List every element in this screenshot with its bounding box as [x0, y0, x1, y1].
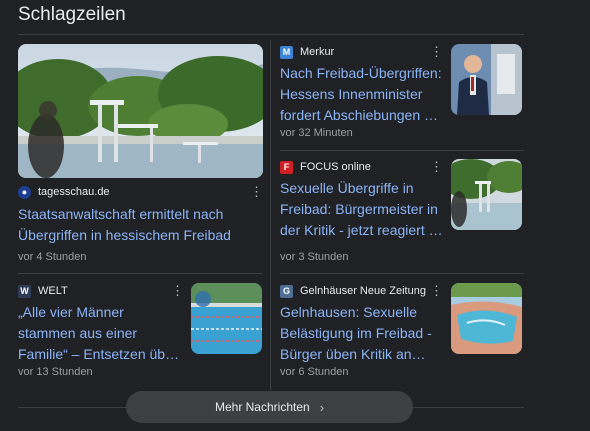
source-row: G Gelnhäuser Neue Zeitung: [280, 283, 426, 299]
divider: [280, 150, 524, 151]
divider: [18, 273, 262, 274]
pool-tower-photo: [451, 159, 522, 230]
timestamp: vor 13 Stunden: [18, 366, 93, 378]
headline-link[interactable]: „Alle vier Männer stammen aus einer Fami…: [18, 302, 183, 365]
chevron-right-icon: ›: [319, 399, 325, 415]
divider: [18, 34, 524, 35]
favicon-letter: W: [20, 286, 29, 296]
featured-news-card[interactable]: ● tagesschau.de ⋮ Staatsanwaltschaft erm…: [18, 44, 263, 269]
headline-link[interactable]: Sexuelle Übergriffe in Freibad: Bürgerme…: [280, 178, 445, 241]
favicon-letter: F: [283, 162, 290, 172]
source-name: tagesschau.de: [38, 186, 110, 198]
outdoor-pool-photo: [451, 283, 522, 354]
timestamp: vor 4 Stunden: [18, 251, 87, 263]
pool-lanes-photo: [191, 283, 262, 354]
focus-logo-icon: F: [280, 160, 293, 174]
tagesschau-logo-icon: ●: [18, 185, 31, 199]
source-name: WELT: [38, 285, 68, 297]
minister-photo: [451, 44, 522, 115]
divider: [280, 273, 524, 274]
more-vert-icon[interactable]: ⋮: [171, 283, 184, 299]
headline-link[interactable]: Gelnhausen: Sexuelle Belästigung im Frei…: [280, 302, 445, 365]
source-name: Gelnhäuser Neue Zeitung: [300, 285, 426, 297]
source-row: ● tagesschau.de: [18, 184, 110, 200]
more-vert-icon[interactable]: ⋮: [430, 283, 443, 299]
section-title: Schlagzeilen: [18, 4, 126, 25]
more-vert-icon[interactable]: ⋮: [430, 44, 443, 60]
source-name: FOCUS online: [300, 161, 371, 173]
source-row: W WELT: [18, 283, 68, 299]
timestamp: vor 32 Minuten: [280, 127, 353, 139]
headline-link[interactable]: Staatsanwaltschaft ermittelt nach Übergr…: [18, 204, 258, 246]
column-divider: [270, 40, 271, 390]
pool-tower-image: [18, 44, 263, 178]
news-card[interactable]: M Merkur ⋮ Nach Freibad-Übergriffen: Hes…: [280, 44, 524, 144]
divider: [18, 407, 126, 408]
gnz-logo-icon: G: [280, 284, 293, 298]
more-news-button[interactable]: Mehr Nachrichten ›: [126, 391, 413, 423]
divider: [413, 407, 524, 408]
thumbnail[interactable]: [451, 44, 522, 115]
source-row: F FOCUS online: [280, 159, 371, 175]
welt-logo-icon: W: [18, 284, 31, 298]
source-name: Merkur: [300, 46, 335, 58]
more-news-label: Mehr Nachrichten: [214, 400, 310, 414]
more-vert-icon[interactable]: ⋮: [250, 184, 263, 200]
source-row: M Merkur: [280, 44, 334, 60]
thumbnail[interactable]: [451, 283, 522, 354]
favicon-letter: G: [282, 286, 290, 296]
news-card[interactable]: F FOCUS online ⋮ Sexuelle Übergriffe in …: [280, 159, 524, 267]
news-card[interactable]: W WELT ⋮ „Alle vier Männer stammen aus e…: [18, 283, 263, 383]
timestamp: vor 3 Stunden: [280, 251, 349, 263]
more-vert-icon[interactable]: ⋮: [430, 159, 443, 175]
favicon-letter: M: [282, 47, 291, 57]
timestamp: vor 6 Stunden: [280, 366, 349, 378]
headline-link[interactable]: Nach Freibad-Übergriffen: Hessens Innenm…: [280, 63, 445, 126]
merkur-logo-icon: M: [280, 45, 293, 59]
thumbnail[interactable]: [191, 283, 262, 354]
news-card[interactable]: G Gelnhäuser Neue Zeitung ⋮ Gelnhausen: …: [280, 283, 524, 383]
featured-thumbnail[interactable]: [18, 44, 263, 178]
thumbnail[interactable]: [451, 159, 522, 230]
